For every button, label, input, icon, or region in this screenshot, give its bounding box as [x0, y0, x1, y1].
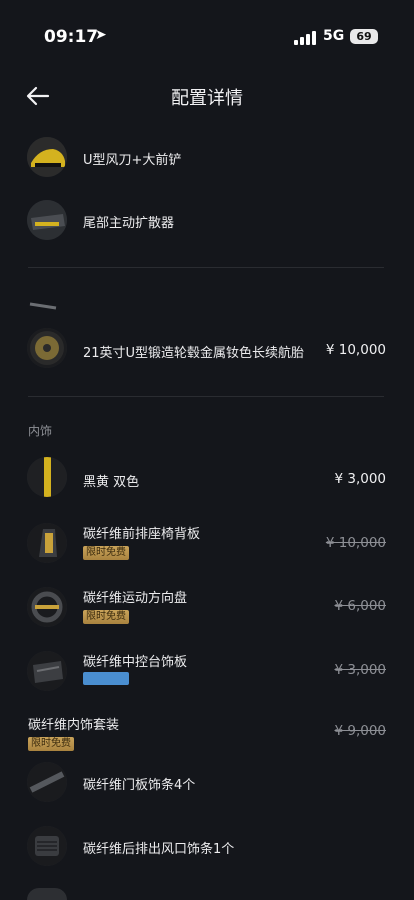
rear-diffuser-thumbnail	[27, 200, 67, 240]
item-label: 碳纤维后排出风口饰条1个	[83, 842, 235, 857]
item-label: 尾部主动扩散器	[83, 216, 175, 231]
list-item: 黑黄 双色 ¥ 3,000	[0, 457, 414, 501]
item-price: ¥ 10,000	[325, 342, 386, 358]
partial-thumbnail	[27, 888, 67, 900]
list-item: 碳纤维运动方向盘 限时免费 ¥ 6,000	[0, 584, 414, 630]
list-item: 21英寸U型锻造轮毂金属钕色长续航胎 ¥ 10,000	[0, 328, 414, 372]
blue-tag	[83, 672, 129, 685]
nav-bar: 配置详情	[0, 72, 414, 120]
console-trim-thumbnail	[27, 651, 67, 691]
item-label: 碳纤维运动方向盘	[83, 591, 188, 606]
package-label: 碳纤维内饰套装	[28, 718, 120, 733]
page-title: 配置详情	[171, 88, 243, 109]
location-icon: ➤	[95, 27, 107, 43]
door-trim-thumbnail	[27, 762, 67, 802]
front-kit-thumbnail	[27, 137, 67, 177]
item-price: ¥ 9,000	[334, 723, 386, 739]
item-price: ¥ 3,000	[334, 471, 386, 487]
item-label: 21英寸U型锻造轮毂金属钕色长续航胎	[83, 346, 305, 361]
list-item: 碳纤维中控台饰板 ¥ 3,000	[0, 648, 414, 694]
list-item: 碳纤维门板饰条4个	[0, 762, 414, 806]
wheel-thumbnail	[27, 328, 67, 368]
item-label: 碳纤维前排座椅背板	[83, 527, 201, 542]
divider	[28, 267, 384, 268]
seat-back-thumbnail	[27, 523, 67, 563]
air-vent-trim-thumbnail	[27, 826, 67, 866]
signal-icon	[294, 31, 316, 45]
item-price: ¥ 10,000	[325, 535, 386, 551]
list-item: 尾部主动扩散器	[0, 200, 414, 244]
network-label: 5G	[323, 28, 345, 44]
battery-icon: 69	[350, 29, 378, 44]
free-badge: 限时免费	[28, 737, 74, 751]
steering-wheel-thumbnail	[27, 587, 67, 627]
item-label: 碳纤维门板饰条4个	[83, 778, 196, 793]
status-bar: 09:17 ➤ 5G 69	[0, 0, 414, 72]
color-thumbnail	[27, 457, 67, 497]
free-badge: 限时免费	[83, 546, 129, 560]
item-label: 黑黄 双色	[83, 475, 140, 490]
free-badge: 限时免费	[83, 610, 129, 624]
list-item: 碳纤维后排出风口饰条1个	[0, 826, 414, 870]
item-price: ¥ 3,000	[334, 662, 386, 678]
list-item: U型风刀+大前铲	[0, 137, 414, 181]
item-label: U型风刀+大前铲	[83, 153, 182, 168]
list-item: 碳纤维前排座椅背板 限时免费 ¥ 10,000	[0, 520, 414, 566]
section-title: 内饰	[28, 424, 53, 438]
package-row: 碳纤维内饰套装 限时免费 ¥ 9,000	[0, 711, 414, 755]
item-label: 碳纤维中控台饰板	[83, 655, 188, 670]
status-time: 09:17	[44, 27, 99, 47]
divider	[28, 396, 384, 397]
item-price: ¥ 6,000	[334, 598, 386, 614]
partial-thumbnail	[28, 296, 58, 310]
